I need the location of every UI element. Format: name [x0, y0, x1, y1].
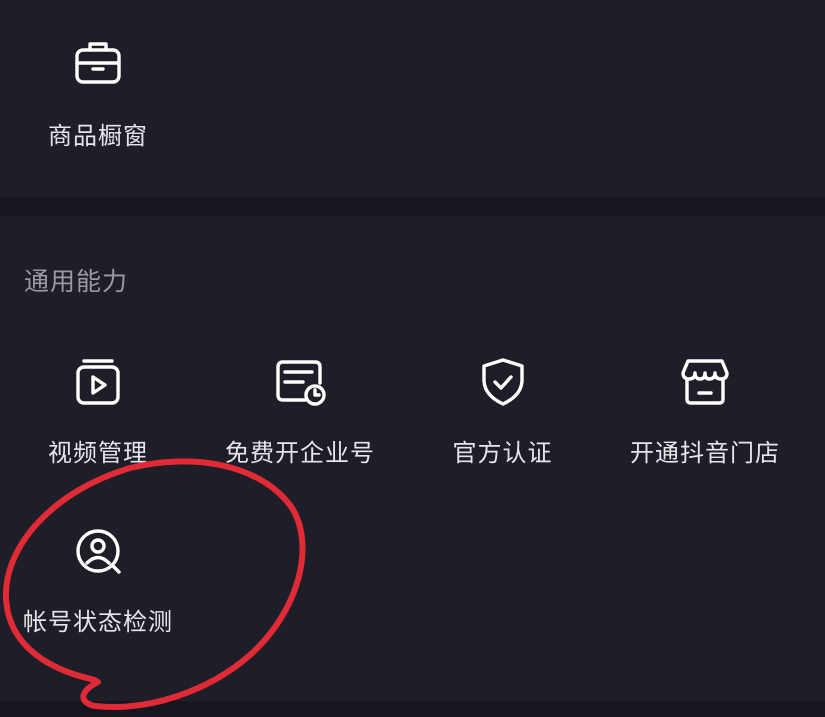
enterprise-card-icon: [273, 355, 327, 409]
video-manage-icon: [71, 355, 125, 409]
user-search-icon: [71, 524, 125, 578]
goods-showcase-button[interactable]: 商品橱窗: [28, 36, 168, 156]
video-manage-button[interactable]: 视频管理: [28, 355, 168, 467]
section-title: 通用能力: [24, 267, 129, 296]
video-manage-label: 视频管理: [48, 439, 148, 467]
account-status-check-label: 帐号状态检测: [23, 608, 173, 636]
official-verification-button[interactable]: 官方认证: [430, 355, 575, 467]
free-enterprise-account-label: 免费开企业号: [225, 439, 375, 467]
account-status-check-button[interactable]: 帐号状态检测: [8, 524, 188, 636]
official-verification-label: 官方认证: [452, 439, 553, 467]
open-douyin-store-button[interactable]: 开通抖音门店: [610, 355, 800, 467]
briefcase-icon: [71, 36, 125, 90]
open-douyin-store-label: 开通抖音门店: [630, 439, 780, 467]
goods-showcase-label: 商品橱窗: [48, 122, 148, 150]
shield-check-icon: [476, 355, 530, 409]
store-icon: [678, 355, 732, 409]
free-enterprise-account-button[interactable]: 免费开企业号: [205, 355, 395, 467]
